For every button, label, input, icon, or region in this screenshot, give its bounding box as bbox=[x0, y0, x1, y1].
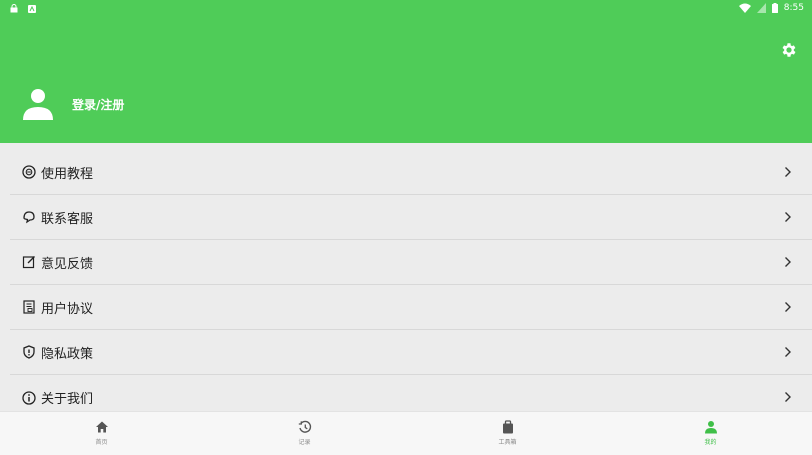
chevron-right-icon bbox=[785, 167, 791, 177]
status-bar: 8:55 bbox=[0, 0, 812, 18]
history-icon bbox=[298, 420, 311, 433]
tutorial-icon bbox=[22, 165, 36, 179]
login-register-label: 登录/注册 bbox=[72, 97, 125, 112]
nav-tab-label: 我的 bbox=[704, 439, 717, 446]
info-icon bbox=[22, 390, 36, 405]
toolbox-icon bbox=[502, 420, 513, 434]
nav-tab-records[interactable]: 记录 bbox=[203, 412, 406, 455]
login-register-entry[interactable]: 登录/注册 bbox=[20, 86, 124, 122]
menu-item-label: 用户协议 bbox=[41, 301, 94, 317]
nav-tab-toolbox[interactable]: 工具箱 bbox=[406, 412, 609, 455]
menu-item-privacy-policy[interactable]: 隐私政策 bbox=[10, 330, 812, 375]
menu-item-label: 联系客服 bbox=[41, 211, 94, 227]
person-icon bbox=[704, 421, 717, 434]
settings-gear-icon[interactable] bbox=[780, 41, 798, 59]
privacy-shield-icon bbox=[23, 345, 35, 359]
nav-tab-home[interactable]: 首页 bbox=[0, 412, 203, 455]
battery-icon bbox=[771, 3, 778, 13]
menu-item-label: 关于我们 bbox=[41, 392, 94, 407]
app-notification-icon bbox=[28, 4, 36, 13]
menu-item-label: 使用教程 bbox=[41, 166, 94, 182]
chevron-right-icon bbox=[785, 347, 791, 357]
menu-item-user-agreement[interactable]: 用户协议 bbox=[10, 285, 812, 330]
menu-item-label: 隐私政策 bbox=[41, 346, 94, 362]
customer-service-icon bbox=[23, 211, 35, 224]
nav-tab-label: 工具箱 bbox=[498, 439, 517, 446]
nav-tab-mine[interactable]: 我的 bbox=[609, 412, 812, 455]
chevron-right-icon bbox=[785, 392, 791, 402]
chevron-right-icon bbox=[785, 302, 791, 312]
chevron-right-icon bbox=[785, 212, 791, 222]
menu-item-label: 意见反馈 bbox=[41, 256, 94, 272]
home-icon bbox=[95, 421, 108, 433]
settings-menu: 使用教程 联系客服 意见反馈 用户协议 隐私政策 关于我们 bbox=[10, 150, 812, 420]
feedback-icon bbox=[22, 256, 35, 269]
menu-item-customer-service[interactable]: 联系客服 bbox=[10, 195, 812, 240]
bottom-navigation: 首页 记录 工具箱 我的 bbox=[0, 411, 812, 455]
nav-tab-label: 记录 bbox=[298, 439, 311, 446]
lock-notification-icon bbox=[10, 4, 18, 13]
profile-header: 8:55 登录/注册 bbox=[0, 0, 812, 143]
menu-item-feedback[interactable]: 意见反馈 bbox=[10, 240, 812, 285]
agreement-icon bbox=[23, 300, 35, 314]
status-time: 8:55 bbox=[783, 3, 804, 13]
signal-icon bbox=[756, 3, 766, 13]
avatar-person-icon bbox=[23, 89, 53, 120]
wifi-icon bbox=[738, 3, 751, 13]
chevron-right-icon bbox=[785, 257, 791, 267]
nav-tab-label: 首页 bbox=[95, 439, 108, 446]
menu-item-tutorial[interactable]: 使用教程 bbox=[10, 150, 812, 195]
